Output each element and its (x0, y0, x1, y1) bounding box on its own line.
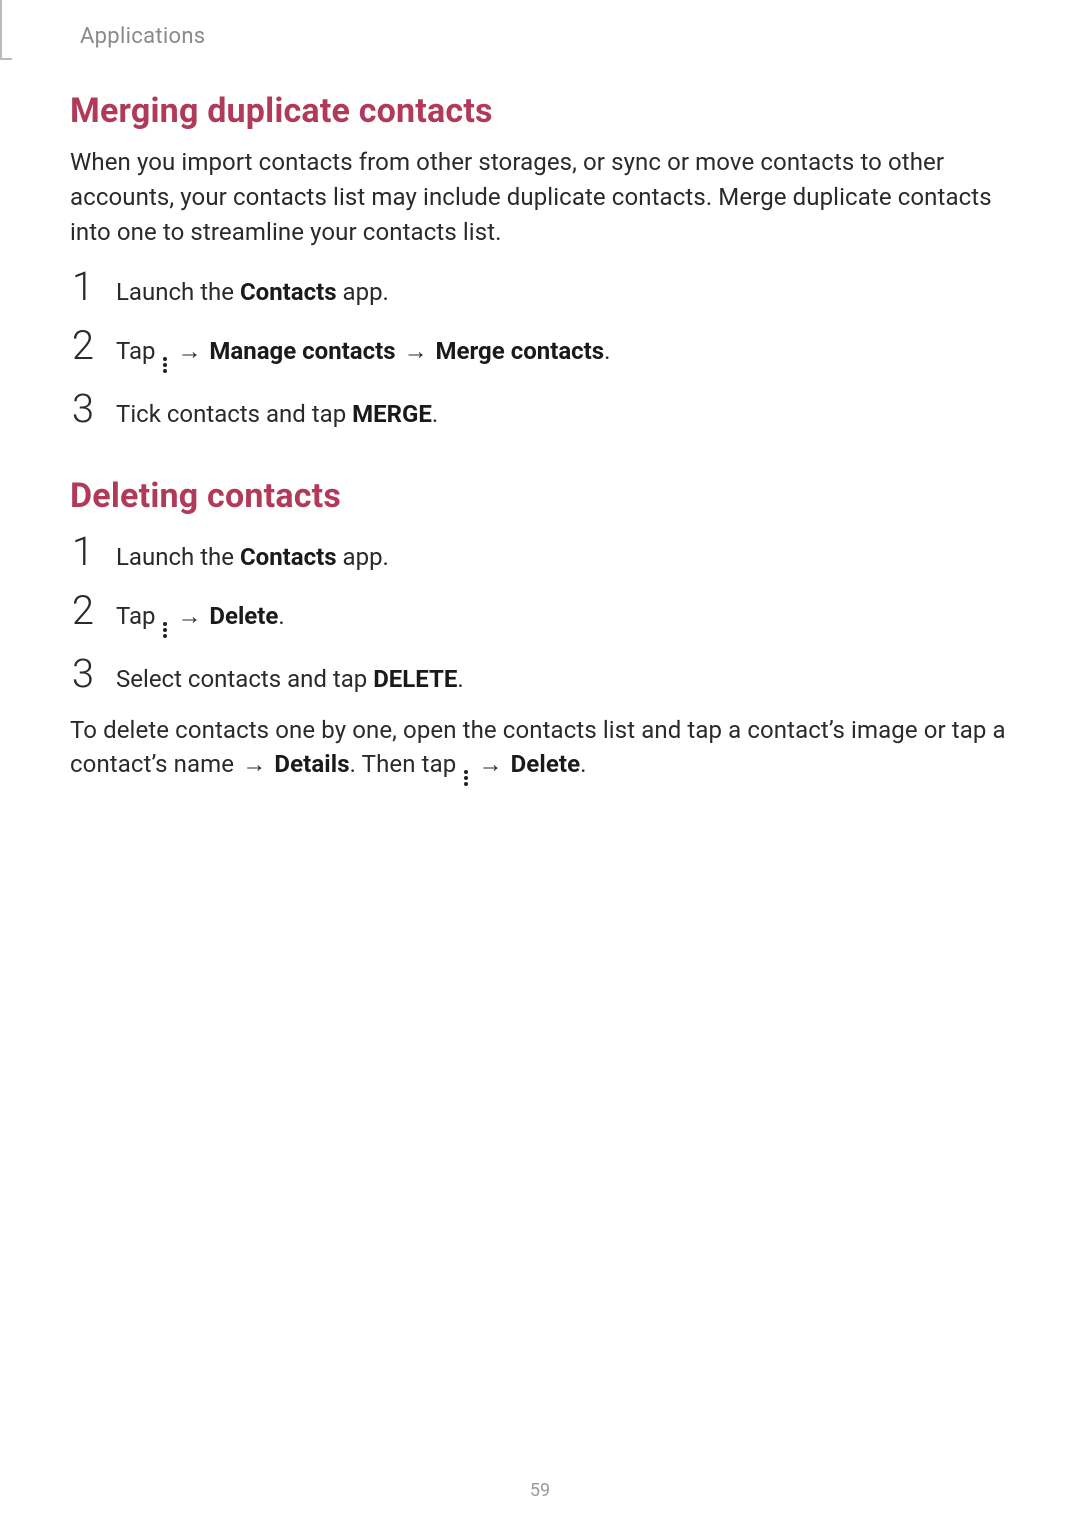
text: . (604, 337, 610, 365)
steps-deleting: 1 Launch the Contacts app. 2 Tap → Delet… (70, 532, 1010, 697)
step-text: Select contacts and tap DELETE. (116, 662, 464, 697)
more-options-icon (464, 770, 468, 786)
paragraph-delete-one-by-one: To delete contacts one by one, open the … (70, 713, 1010, 787)
text-bold: Contacts (240, 543, 337, 571)
step-number: 2 (70, 326, 94, 366)
section-title-merging: Merging duplicate contacts (70, 91, 1010, 131)
list-item: 1 Launch the Contacts app. (70, 267, 1010, 310)
step-number: 3 (70, 389, 94, 429)
more-options-icon (163, 357, 167, 373)
text: Launch the (116, 543, 240, 571)
section-intro-merging: When you import contacts from other stor… (70, 145, 1010, 249)
step-text: Launch the Contacts app. (116, 540, 389, 575)
step-text: Tap → Manage contacts → Merge contacts. (116, 334, 610, 373)
crop-mark-icon (0, 0, 12, 60)
text: app. (337, 278, 389, 306)
text-bold: Contacts (240, 278, 337, 306)
list-item: 2 Tap → Delete. (70, 591, 1010, 638)
text: . (278, 602, 284, 630)
text-bold: MERGE (352, 400, 432, 428)
section-title-deleting: Deleting contacts (70, 476, 1010, 516)
page: Applications Merging duplicate contacts … (0, 0, 1080, 1527)
text-bold: DELETE (373, 665, 457, 693)
text: Select contacts and tap (116, 665, 373, 693)
steps-merging: 1 Launch the Contacts app. 2 Tap → Manag… (70, 267, 1010, 432)
arrow-right-icon: → (476, 747, 504, 782)
more-options-icon (163, 622, 167, 638)
list-item: 2 Tap → Manage contacts → Merge contacts… (70, 326, 1010, 373)
text-bold: Merge contacts (436, 337, 605, 365)
text-bold: Delete (209, 602, 278, 630)
breadcrumb: Applications (80, 24, 1010, 49)
arrow-right-icon: → (175, 334, 203, 369)
step-number: 1 (70, 532, 94, 572)
list-item: 3 Tick contacts and tap MERGE. (70, 389, 1010, 432)
text: . Then tap (350, 750, 463, 778)
step-text: Tap → Delete. (116, 599, 285, 638)
text-bold: Manage contacts (209, 337, 395, 365)
text: Tick contacts and tap (116, 400, 352, 428)
list-item: 3 Select contacts and tap DELETE. (70, 654, 1010, 697)
page-number: 59 (0, 1480, 1080, 1501)
step-number: 2 (70, 591, 94, 631)
arrow-right-icon: → (402, 334, 430, 369)
text: . (580, 750, 586, 778)
list-item: 1 Launch the Contacts app. (70, 532, 1010, 575)
text: Tap (116, 602, 161, 630)
step-text: Tick contacts and tap MERGE. (116, 397, 438, 432)
arrow-right-icon: → (240, 747, 268, 782)
text: Launch the (116, 278, 240, 306)
text: . (457, 665, 463, 693)
text: . (432, 400, 438, 428)
step-number: 1 (70, 267, 94, 307)
step-number: 3 (70, 654, 94, 694)
text-bold: Delete (511, 750, 581, 778)
text-bold: Details (274, 750, 349, 778)
text: Tap (116, 337, 161, 365)
step-text: Launch the Contacts app. (116, 275, 389, 310)
text: app. (337, 543, 389, 571)
arrow-right-icon: → (175, 599, 203, 634)
